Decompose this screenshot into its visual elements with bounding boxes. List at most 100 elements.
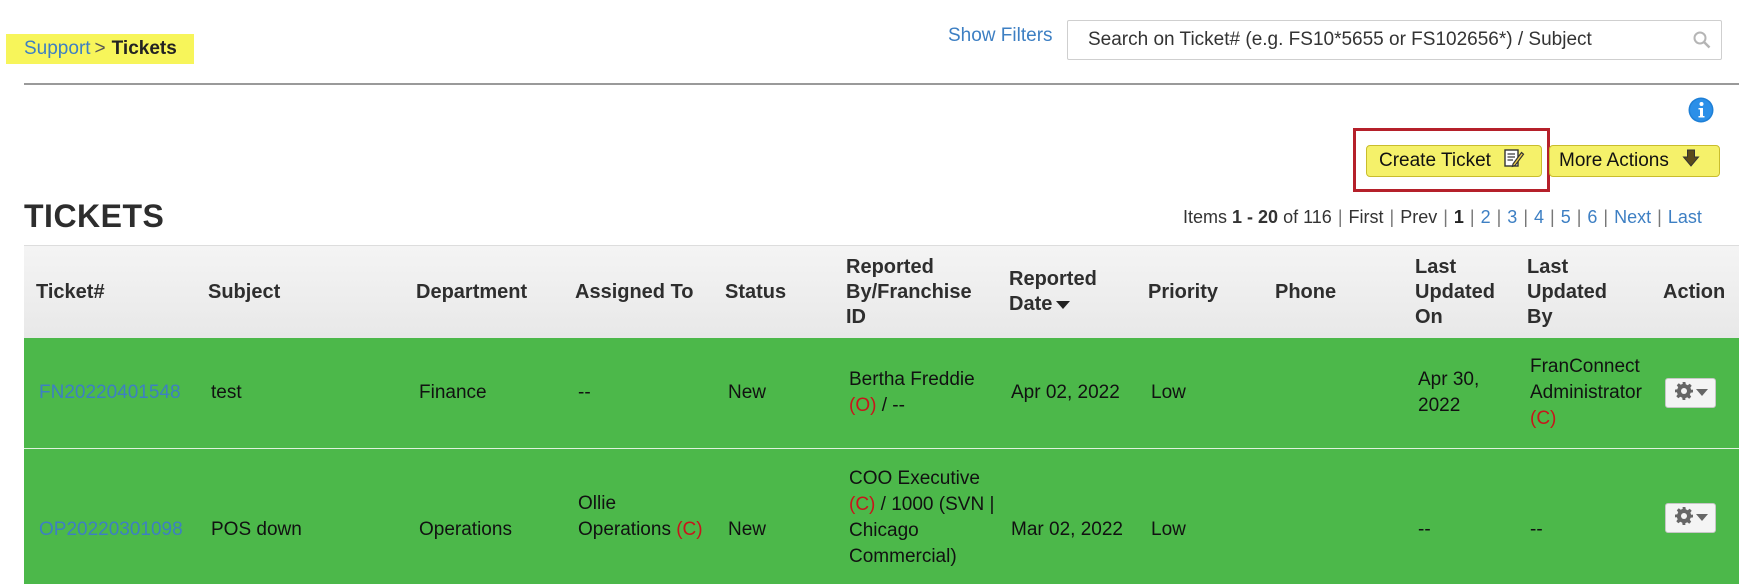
pagination-next[interactable]: Next bbox=[1614, 207, 1651, 228]
down-arrow-icon bbox=[1681, 148, 1701, 174]
pagination-first: First bbox=[1348, 207, 1384, 227]
header-priority[interactable]: Priority bbox=[1148, 280, 1218, 305]
last-updated-by-cell: FranConnect Administrator (C) bbox=[1530, 354, 1642, 432]
gear-icon bbox=[1674, 506, 1694, 531]
header-reported-by-line1: Reported bbox=[846, 256, 934, 278]
page-title: TICKETS bbox=[24, 198, 165, 234]
priority-cell: Low bbox=[1151, 382, 1186, 403]
reported-date-cell: Mar 02, 2022 bbox=[1011, 519, 1123, 540]
header-last-updated-by-line3: By bbox=[1527, 306, 1553, 328]
pagination-page-4[interactable]: 4 bbox=[1534, 207, 1544, 228]
search-box bbox=[1067, 20, 1722, 60]
header-last-updated-on-line2: Updated bbox=[1415, 281, 1495, 303]
breadcrumb: Support > Tickets bbox=[6, 34, 194, 64]
pagination-total: 116 bbox=[1303, 207, 1332, 227]
edit-note-icon bbox=[1503, 147, 1525, 175]
corporate-tag: (C) bbox=[1530, 408, 1557, 429]
reported-by-cell: COO Executive (C) / 1000 (SVN | Chicago … bbox=[849, 466, 994, 570]
pagination: Items 1 - 20 of 116 | First | Prev | 1 |… bbox=[1183, 207, 1702, 228]
info-icon[interactable] bbox=[1688, 97, 1714, 123]
search-icon[interactable] bbox=[1683, 30, 1721, 50]
last-updated-on-line1: Apr 30, bbox=[1418, 369, 1480, 390]
chevron-down-icon bbox=[1695, 509, 1708, 527]
table-row: FN20220401548 test Finance -- New Bertha… bbox=[24, 338, 1739, 448]
header-reported-by-line2: By/Franchise bbox=[846, 281, 972, 303]
pagination-page-5[interactable]: 5 bbox=[1561, 207, 1571, 228]
ticket-link[interactable]: FN20220401548 bbox=[39, 382, 181, 403]
breadcrumb-separator: > bbox=[94, 38, 106, 59]
gear-icon bbox=[1674, 381, 1694, 406]
table-row: OP20220301098 POS down Operations Ollie … bbox=[24, 449, 1739, 584]
more-actions-button[interactable]: More Actions bbox=[1549, 145, 1720, 177]
assigned-to-cell: Ollie Operations (C) bbox=[578, 491, 703, 543]
assigned-to-line2: Operations bbox=[578, 519, 671, 540]
reported-by-name: Bertha Freddie bbox=[849, 369, 975, 390]
reported-by-cell: Bertha Freddie (O) / -- bbox=[849, 367, 975, 419]
status-cell: New bbox=[728, 382, 767, 403]
header-last-updated-on[interactable]: Last Updated On bbox=[1415, 255, 1495, 330]
owner-tag: (O) bbox=[849, 395, 877, 416]
header-phone[interactable]: Phone bbox=[1275, 280, 1336, 305]
more-actions-label: More Actions bbox=[1559, 150, 1669, 171]
show-filters-link[interactable]: Show Filters bbox=[948, 25, 1053, 47]
pagination-items-label: Items bbox=[1183, 207, 1228, 227]
subject-cell: test bbox=[211, 382, 242, 403]
create-ticket-label: Create Ticket bbox=[1379, 150, 1491, 171]
last-updated-by-line2: Administrator bbox=[1530, 382, 1642, 403]
header-action: Action bbox=[1663, 281, 1726, 303]
pagination-page-6[interactable]: 6 bbox=[1587, 207, 1597, 228]
chevron-down-icon bbox=[1695, 384, 1708, 402]
pagination-page-2[interactable]: 2 bbox=[1481, 207, 1491, 228]
header-last-updated-on-line3: On bbox=[1415, 306, 1443, 328]
last-updated-by-cell: -- bbox=[1530, 519, 1543, 540]
pagination-page-3[interactable]: 3 bbox=[1507, 207, 1517, 228]
sort-desc-icon bbox=[1056, 292, 1071, 317]
create-ticket-button[interactable]: Create Ticket bbox=[1366, 145, 1542, 177]
last-updated-on-cell: -- bbox=[1418, 519, 1431, 540]
franchise-name-line2: Commercial) bbox=[849, 546, 957, 567]
franchise-name-line1: Chicago bbox=[849, 520, 919, 541]
last-updated-on-line2: 2022 bbox=[1418, 395, 1461, 416]
header-last-updated-by[interactable]: Last Updated By bbox=[1527, 255, 1607, 330]
pagination-current-page: 1 bbox=[1453, 207, 1464, 227]
breadcrumb-support-link[interactable]: Support bbox=[24, 38, 91, 60]
pagination-of-label: of bbox=[1283, 207, 1299, 227]
breadcrumb-current: Tickets bbox=[111, 38, 177, 59]
department-cell: Operations bbox=[419, 519, 512, 540]
pagination-prev: Prev bbox=[1400, 207, 1438, 227]
corporate-tag: (C) bbox=[849, 494, 876, 515]
header-reported-date-line1: Reported bbox=[1009, 268, 1097, 290]
ticket-link[interactable]: OP20220301098 bbox=[39, 519, 183, 540]
header-divider bbox=[24, 83, 1739, 85]
assigned-to-line1: Ollie bbox=[578, 493, 617, 514]
header-status[interactable]: Status bbox=[725, 280, 786, 305]
header-reported-date[interactable]: Reported Date bbox=[1009, 267, 1097, 317]
reported-by-name: COO Executive bbox=[849, 468, 980, 489]
assigned-to-cell: -- bbox=[578, 382, 591, 403]
pagination-range: 1 - 20 bbox=[1232, 207, 1279, 227]
pagination-last[interactable]: Last bbox=[1668, 207, 1702, 228]
franchise-id: / -- bbox=[876, 395, 905, 416]
franchise-id: / 1000 (SVN | bbox=[875, 494, 995, 515]
header-last-updated-by-line1: Last bbox=[1527, 256, 1569, 278]
header-reported-date-line2: Date bbox=[1009, 293, 1053, 315]
header-last-updated-by-line2: Updated bbox=[1527, 281, 1607, 303]
header-assigned-to[interactable]: Assigned To bbox=[575, 280, 694, 305]
header-reported-by-line3: ID bbox=[846, 306, 866, 328]
row-action-button[interactable] bbox=[1665, 378, 1716, 408]
header-reported-by[interactable]: Reported By/Franchise ID bbox=[846, 255, 972, 330]
table-header: Ticket# Subject Department Assigned To S… bbox=[24, 245, 1739, 338]
header-last-updated-on-line1: Last bbox=[1415, 256, 1457, 278]
header-subject[interactable]: Subject bbox=[208, 280, 280, 305]
header-ticket[interactable]: Ticket# bbox=[36, 280, 105, 305]
last-updated-by-line1: FranConnect bbox=[1530, 356, 1640, 377]
priority-cell: Low bbox=[1151, 519, 1186, 540]
last-updated-on-cell: Apr 30, 2022 bbox=[1418, 367, 1479, 419]
header-department[interactable]: Department bbox=[416, 280, 527, 305]
corporate-tag: (C) bbox=[676, 519, 703, 540]
row-action-button[interactable] bbox=[1665, 503, 1716, 533]
status-cell: New bbox=[728, 519, 767, 540]
subject-cell: POS down bbox=[211, 519, 302, 540]
reported-date-cell: Apr 02, 2022 bbox=[1011, 382, 1120, 403]
search-input[interactable] bbox=[1068, 22, 1683, 58]
